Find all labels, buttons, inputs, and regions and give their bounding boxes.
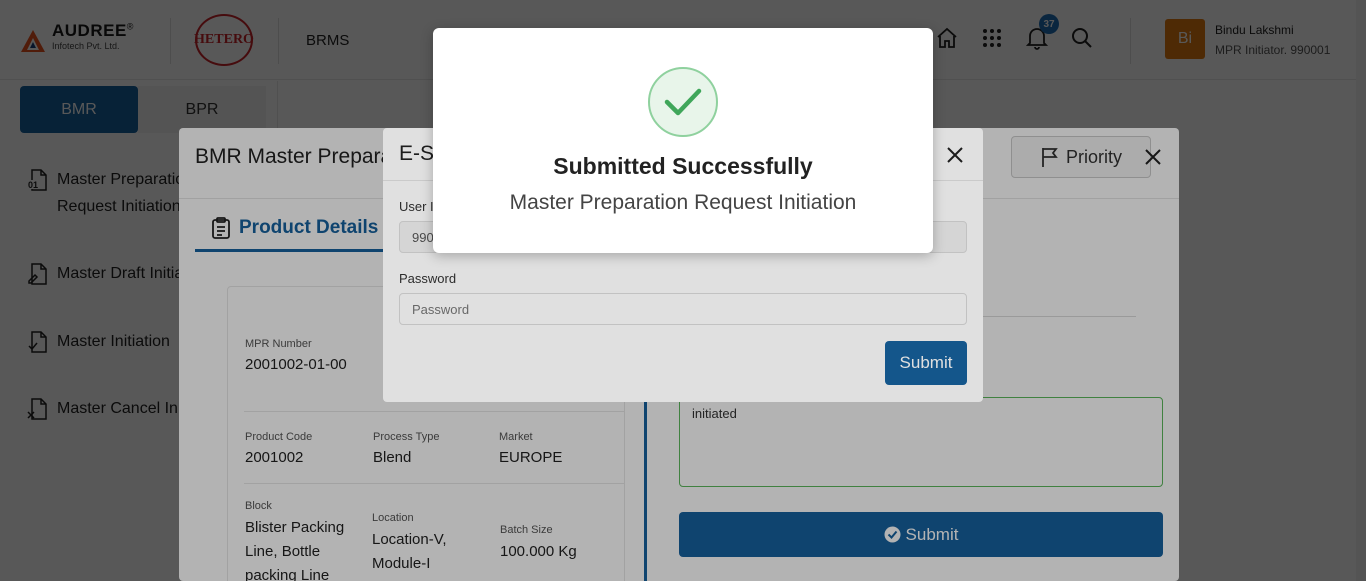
success-title: Submitted Successfully [553, 153, 813, 179]
success-message: Master Preparation Request Initiation [509, 191, 857, 214]
success-dialog: Submitted Successfully Master Preparatio… [433, 28, 933, 253]
success-check-badge [648, 67, 718, 137]
check-icon [664, 88, 702, 116]
